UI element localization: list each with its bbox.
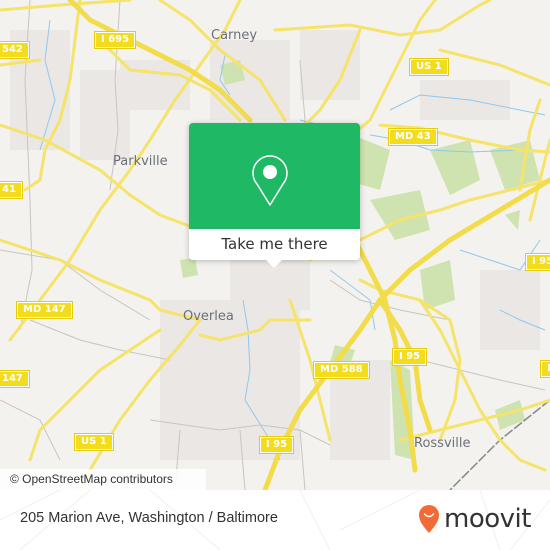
moovit-pin-icon (419, 505, 439, 533)
road-shield-us1-south: US 1 (74, 433, 114, 451)
location-popup: Take me there (189, 123, 360, 268)
road-shield-i695: I 695 (93, 31, 137, 49)
road-shield-41: 41 (0, 181, 23, 199)
road-shield-md588: MD 588 (313, 361, 370, 379)
popup-pointer (266, 260, 282, 268)
road-shield-md43: MD 43 (388, 128, 438, 146)
moovit-wordmark: moovit (444, 504, 531, 534)
road-shield-us1-north: US 1 (409, 58, 449, 76)
location-pin-icon (252, 155, 288, 206)
road-shield-i95-east: I 95 (524, 253, 550, 271)
take-me-there-button[interactable]: Take me there (189, 229, 360, 260)
road-shield-i95-south: I 95 (258, 436, 295, 454)
road-shield-542: 542 (0, 41, 30, 59)
popup-header (189, 123, 360, 229)
road-shield-m: M (540, 360, 550, 378)
road-shield-147: 147 (0, 370, 30, 388)
place-label-parkville: Parkville (113, 154, 168, 169)
moovit-logo[interactable]: moovit (417, 502, 531, 536)
address-text: 205 Marion Ave, Washington / Baltimore (20, 510, 278, 526)
road-shield-md147: MD 147 (16, 301, 73, 319)
place-label-carney: Carney (211, 28, 258, 43)
footer: 205 Marion Ave, Washington / Baltimore m… (0, 490, 550, 550)
place-label-overlea: Overlea (183, 309, 234, 324)
place-label-rossville: Rossville (414, 436, 471, 451)
map[interactable]: Carney Parkville Overlea Rossville I 695… (0, 0, 550, 490)
road-shield-i95-interchange: I 95 (391, 348, 428, 366)
map-attribution[interactable]: © OpenStreetMap contributors (0, 469, 206, 490)
